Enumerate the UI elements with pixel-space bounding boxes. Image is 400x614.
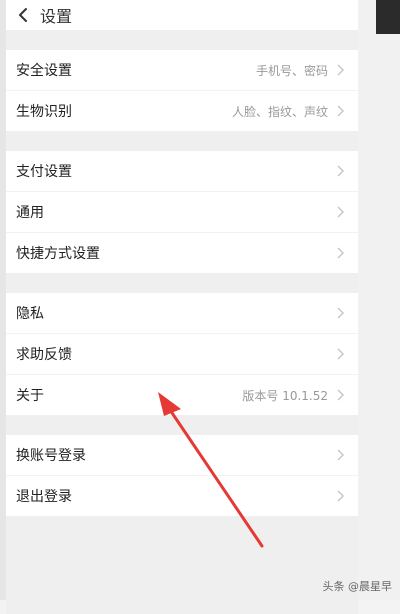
settings-group-info: 隐私 求助反馈 关于 版本号 10.1.52 (6, 293, 358, 415)
chevron-right-icon (336, 164, 346, 178)
settings-item-general[interactable]: 通用 (6, 191, 358, 232)
settings-item-shortcuts[interactable]: 快捷方式设置 (6, 232, 358, 273)
settings-item-privacy[interactable]: 隐私 (6, 293, 358, 333)
settings-item-label: 支付设置 (16, 164, 72, 180)
chevron-right-icon (336, 63, 346, 77)
section-gap (6, 30, 358, 50)
settings-item-label: 关于 (16, 388, 44, 404)
settings-item-label: 退出登录 (16, 489, 72, 505)
settings-item-about[interactable]: 关于 版本号 10.1.52 (6, 374, 358, 415)
version-value: 版本号 10.1.52 (242, 388, 328, 403)
chevron-left-icon (19, 8, 27, 22)
chevron-right-icon (336, 347, 346, 361)
page-title: 设置 (40, 7, 73, 26)
back-button[interactable] (6, 0, 40, 30)
section-gap (6, 273, 358, 293)
settings-item-value: 人脸、指纹、声纹 (231, 104, 328, 119)
chevron-right-icon (336, 246, 346, 260)
section-gap (6, 415, 358, 435)
chevron-right-icon (336, 104, 346, 118)
settings-panel: 设置 安全设置 手机号、密码 生物识别 人脸、指纹、声纹 支付设置 通用 快捷方… (6, 0, 358, 614)
settings-group-account: 安全设置 手机号、密码 生物识别 人脸、指纹、声纹 (6, 50, 358, 131)
section-gap (6, 131, 358, 151)
settings-item-feedback[interactable]: 求助反馈 (6, 333, 358, 374)
header-bar: 设置 (6, 0, 358, 30)
chevron-right-icon (336, 205, 346, 219)
settings-item-biometric[interactable]: 生物识别 人脸、指纹、声纹 (6, 90, 358, 131)
chevron-right-icon (336, 489, 346, 503)
settings-item-label: 隐私 (16, 306, 44, 322)
settings-item-logout[interactable]: 退出登录 (6, 475, 358, 516)
settings-item-label: 安全设置 (16, 63, 72, 79)
chevron-right-icon (336, 306, 346, 320)
settings-item-switch-account[interactable]: 换账号登录 (6, 435, 358, 475)
settings-item-payment[interactable]: 支付设置 (6, 151, 358, 191)
background-dark-corner (376, 0, 400, 34)
settings-item-label: 求助反馈 (16, 347, 72, 363)
settings-group-general: 支付设置 通用 快捷方式设置 (6, 151, 358, 273)
settings-item-value: 手机号、密码 (255, 63, 328, 78)
settings-group-login: 换账号登录 退出登录 (6, 435, 358, 516)
settings-item-label: 换账号登录 (16, 448, 86, 464)
chevron-right-icon (336, 388, 346, 402)
bottom-filler (6, 516, 358, 614)
settings-item-label: 生物识别 (16, 104, 72, 120)
settings-item-label: 通用 (16, 205, 44, 221)
background-right-area (358, 0, 400, 600)
settings-item-security[interactable]: 安全设置 手机号、密码 (6, 50, 358, 90)
chevron-right-icon (336, 448, 346, 462)
watermark: 头条 @晨星早 (322, 580, 393, 593)
settings-item-label: 快捷方式设置 (16, 246, 100, 262)
